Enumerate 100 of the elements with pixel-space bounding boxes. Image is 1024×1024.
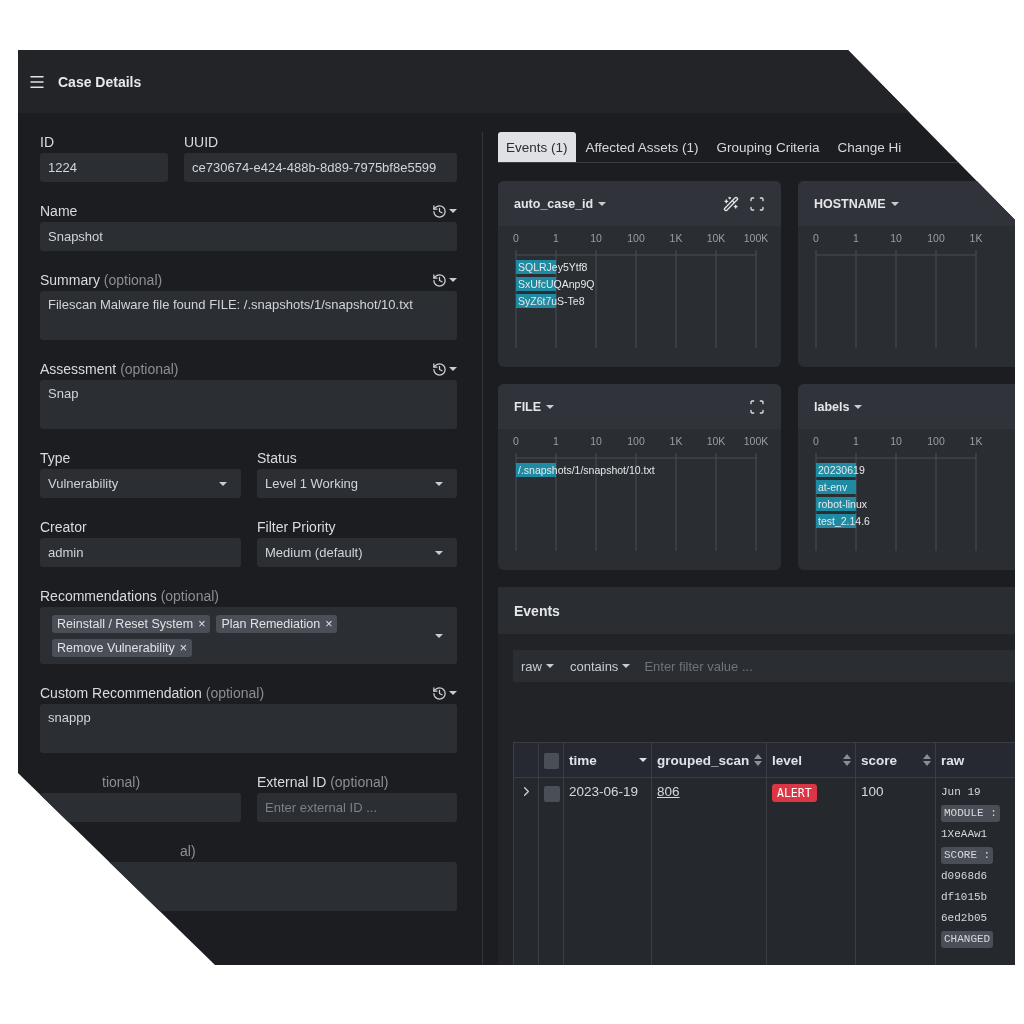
field-label: Custom Recommendation (optional): [40, 685, 265, 701]
remove-tag-button[interactable]: ×: [325, 616, 333, 631]
scale-label: 100: [627, 232, 645, 244]
raw-text: 6ed2b05: [941, 911, 988, 926]
dropdown-caret-icon: [435, 550, 443, 555]
field-label: Recommendations (optional): [40, 588, 219, 604]
scale-label: 1K: [969, 435, 983, 447]
tag-select-field[interactable]: Reinstall / Reset System × Plan Remediation × Remove Vulnerability ×: [40, 607, 457, 664]
input-field[interactable]: ce730674-e424-488b-8d89-7975bf8e5599: [184, 153, 457, 182]
scale-label: 1: [853, 435, 859, 447]
history-button[interactable]: [432, 361, 457, 377]
field-label: al): [180, 843, 196, 859]
tag-label: Reinstall / Reset System: [57, 616, 194, 631]
history-button[interactable]: [432, 685, 457, 701]
scale-label: 10: [590, 232, 602, 244]
level-badge: ALERT: [772, 784, 817, 802]
field-label: Filter Priority: [257, 519, 336, 535]
field-label: Name: [40, 203, 78, 219]
dropdown-caret-icon: [435, 633, 443, 638]
sort-icon[interactable]: [923, 754, 931, 766]
text-area[interactable]: Snap: [40, 380, 457, 429]
fullscreen-icon[interactable]: [749, 398, 765, 415]
scale-label: 10: [590, 435, 602, 447]
field-label: External ID (optional): [257, 774, 389, 790]
select-field[interactable]: Vulnerability: [40, 469, 241, 498]
caret-icon: [622, 664, 631, 668]
column-header[interactable]: raw: [936, 743, 1015, 778]
remove-tag-button[interactable]: ×: [198, 616, 206, 631]
filter-input-field[interactable]: Enter filter value ...: [638, 650, 1015, 682]
tab[interactable]: Affected Assets (1): [577, 132, 707, 162]
dropdown-caret-icon: [219, 481, 227, 486]
raw-text: Jun 19: [941, 785, 981, 800]
dropdown-caret-icon: [435, 481, 443, 486]
field-dropdown[interactable]: raw: [513, 650, 562, 682]
caret-icon: [545, 664, 554, 668]
chart-title[interactable]: labels: [814, 399, 863, 414]
tag-label: Plan Remediation: [221, 616, 321, 631]
column-header[interactable]: grouped_scan: [652, 743, 767, 778]
column-header[interactable]: score: [856, 743, 936, 778]
field-label: UUID: [184, 134, 219, 150]
scale-label: 100: [627, 435, 645, 447]
scale-label: 1K: [669, 232, 683, 244]
input-field[interactable]: Snapshot: [40, 222, 457, 251]
field-label: Creator: [40, 519, 87, 535]
scale-label: 100: [927, 435, 945, 447]
fullscreen-icon[interactable]: [749, 195, 765, 212]
checkbox[interactable]: [544, 753, 559, 769]
raw-text: df1015b: [941, 890, 988, 905]
raw-key-chip: CHANGED: [941, 931, 994, 948]
select-field[interactable]: Level 1 Working: [257, 469, 457, 498]
raw-key-chip: MODULE :: [941, 805, 1000, 822]
scale-label: 10: [890, 435, 902, 447]
scale-label: 0: [813, 435, 819, 447]
magic-wand-icon[interactable]: [723, 195, 739, 212]
table-cell: 100: [856, 778, 936, 965]
sort-icon[interactable]: [843, 754, 851, 766]
text-area[interactable]: Filescan Malware file found FILE: /.snapshots/1/snapshot/10.txt: [40, 291, 457, 340]
scale-label: 0: [813, 232, 819, 244]
scale-label: 0: [513, 232, 519, 244]
column-header[interactable]: level: [767, 743, 856, 778]
tab[interactable]: Grouping Criteria: [708, 132, 828, 162]
scale-label: 1K: [969, 232, 983, 244]
field-label: Status: [257, 450, 297, 466]
field-label: ID: [40, 134, 54, 150]
scale-label: 10K: [706, 232, 726, 244]
history-button[interactable]: [432, 272, 457, 288]
field-label: Type: [40, 450, 71, 466]
field-label: Summary (optional): [40, 272, 163, 288]
history-button[interactable]: [432, 203, 457, 219]
tab[interactable]: Events (1): [498, 132, 576, 162]
sort-desc-icon[interactable]: [639, 758, 647, 762]
chart-title[interactable]: FILE: [514, 399, 555, 414]
panel-title: Events: [514, 602, 560, 619]
input-field[interactable]: [40, 793, 241, 822]
scale-label: 100K: [743, 435, 769, 447]
page-title: Case Details: [58, 73, 142, 90]
select-field[interactable]: Medium (default): [257, 538, 457, 567]
tab[interactable]: Change Hi: [829, 132, 910, 162]
column-header[interactable]: time: [564, 743, 652, 778]
scale-label: 1: [553, 435, 559, 447]
text-area[interactable]: snappp: [40, 704, 457, 753]
chart-title[interactable]: HOSTNAME: [814, 196, 899, 211]
operator-dropdown[interactable]: contains: [561, 650, 639, 682]
field-label: Assessment (optional): [40, 361, 179, 377]
remove-tag-button[interactable]: ×: [179, 640, 187, 655]
raw-key-chip: SCORE :: [941, 847, 994, 864]
scale-label: 1: [853, 232, 859, 244]
scale-label: 100K: [743, 232, 769, 244]
chart-title[interactable]: auto_case_id: [514, 196, 607, 211]
checkbox[interactable]: [544, 786, 560, 802]
scale-label: 1: [553, 232, 559, 244]
scale-label: 0: [513, 435, 519, 447]
scale-label: 1K: [669, 435, 683, 447]
scale-label: 10K: [706, 435, 726, 447]
input-field[interactable]: Enter external ID ...: [257, 793, 457, 822]
sort-icon[interactable]: [754, 754, 762, 766]
tag-label: Remove Vulnerability: [57, 640, 175, 655]
input-field[interactable]: admin: [40, 538, 241, 567]
input-field[interactable]: 1224: [40, 153, 168, 182]
scan-link[interactable]: 806: [657, 784, 680, 799]
